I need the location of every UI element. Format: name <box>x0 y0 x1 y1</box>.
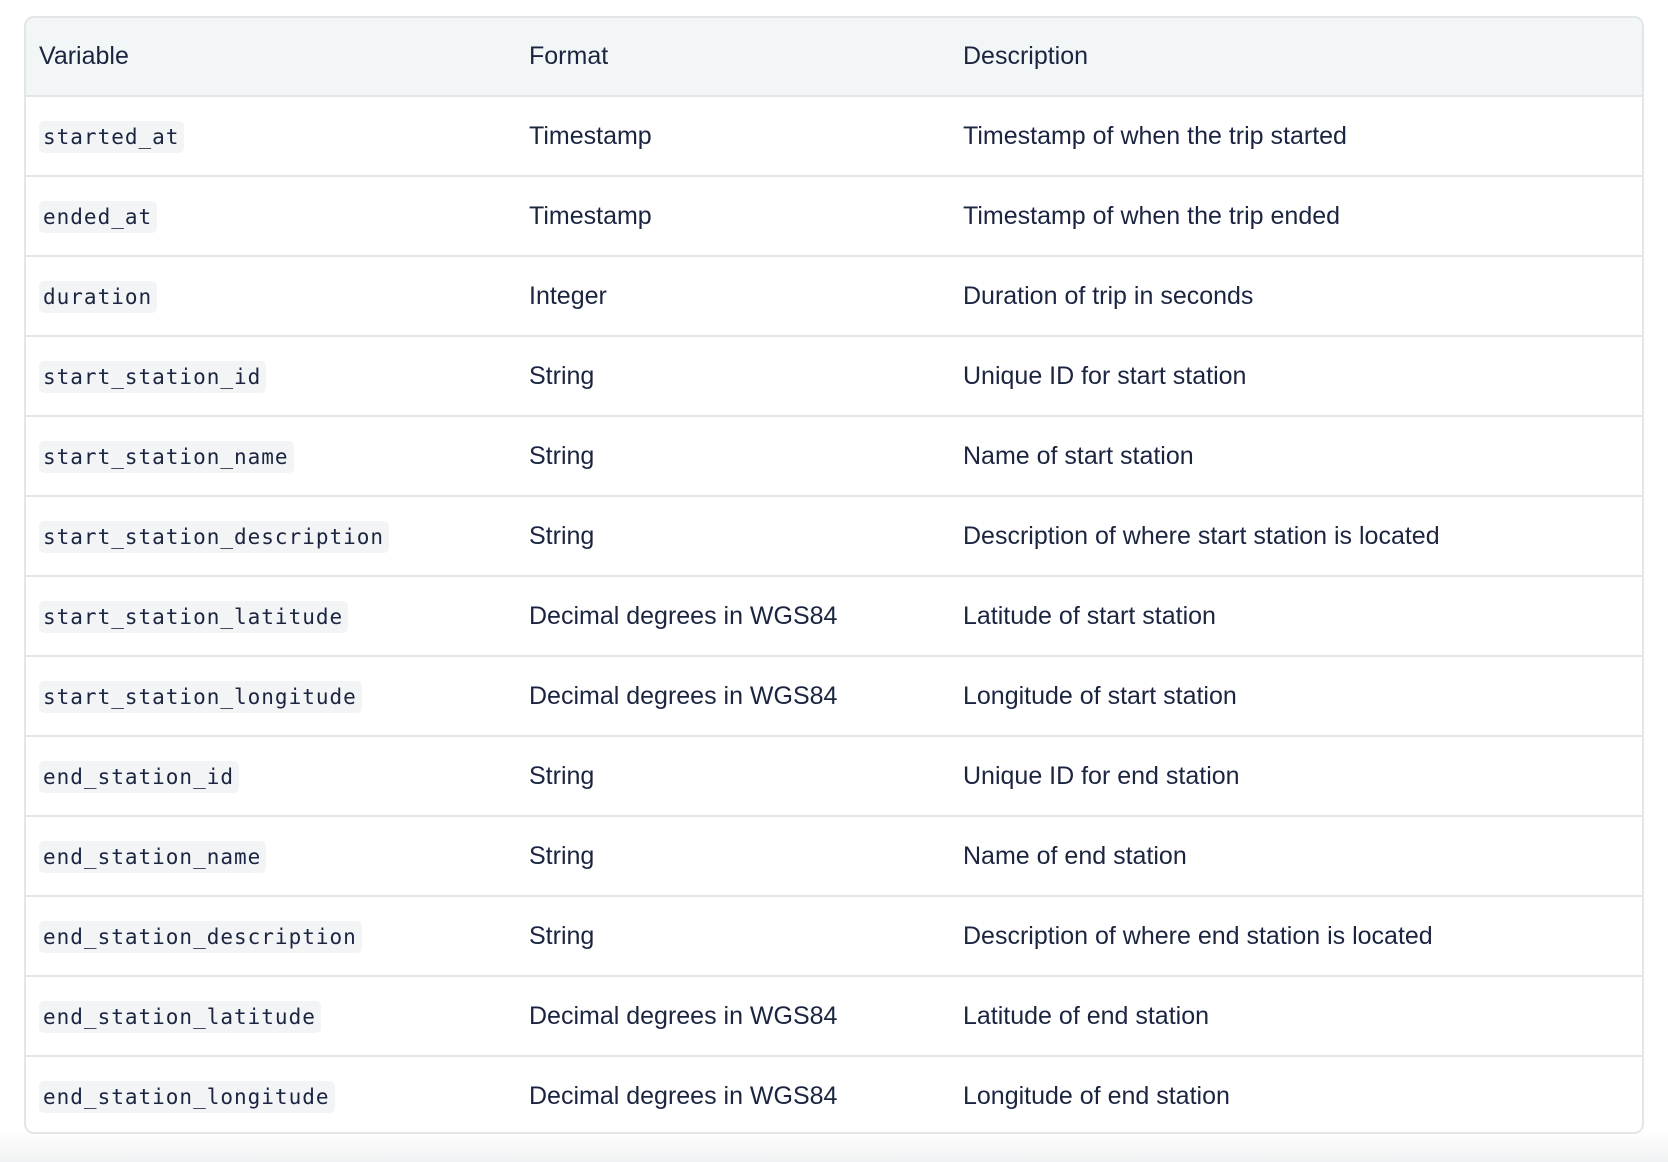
format-cell: String <box>529 521 595 550</box>
table-row: end_station_id String Unique ID for end … <box>26 736 1642 816</box>
variable-code: start_station_description <box>39 520 390 553</box>
variable-code: started_at <box>39 120 185 153</box>
format-cell: String <box>529 361 595 390</box>
description-cell: Longitude of end station <box>963 1082 1230 1110</box>
variable-cell: start_station_id <box>26 336 516 416</box>
variable-cell: end_station_latitude <box>26 976 516 1056</box>
variable-code: start_station_id <box>39 360 267 393</box>
variable-cell: start_station_longitude <box>26 656 516 736</box>
variable-cell: start_station_name <box>26 416 516 496</box>
variable-code: ended_at <box>39 200 158 233</box>
table-row: duration Integer Duration of trip in sec… <box>26 256 1642 336</box>
table-row: started_at Timestamp Timestamp of when t… <box>26 96 1642 176</box>
variables-table-container: Variable Format Description started_at T… <box>24 16 1644 1134</box>
description-cell: Description of where end station is loca… <box>963 921 1433 950</box>
description-cell: Description of where start station is lo… <box>963 521 1440 550</box>
table-row: start_station_id String Unique ID for st… <box>26 336 1642 416</box>
description-cell: Duration of trip in seconds <box>963 281 1254 310</box>
variable-cell: started_at <box>26 96 516 176</box>
format-cell: Decimal degrees in WGS84 <box>529 1001 838 1030</box>
variable-code: end_station_name <box>39 840 267 873</box>
variable-cell: duration <box>26 256 516 336</box>
format-cell: String <box>529 921 595 950</box>
variable-code: end_station_latitude <box>39 1000 321 1033</box>
variable-cell: end_station_name <box>26 816 516 896</box>
table-row: end_station_name String Name of end stat… <box>26 816 1642 896</box>
description-cell: Name of start station <box>963 441 1194 470</box>
format-cell: String <box>529 441 595 470</box>
variable-cell: end_station_longitude <box>26 1056 516 1132</box>
variable-cell: start_station_latitude <box>26 576 516 656</box>
format-cell: Timestamp <box>529 201 652 230</box>
variable-code: end_station_longitude <box>39 1081 335 1113</box>
variable-cell: ended_at <box>26 176 516 256</box>
format-cell: Decimal degrees in WGS84 <box>529 601 838 630</box>
format-cell: Timestamp <box>529 121 652 150</box>
variable-code: end_station_id <box>39 760 240 793</box>
table-row: start_station_latitude Decimal degrees i… <box>26 576 1642 656</box>
description-cell: Latitude of start station <box>963 601 1216 630</box>
variable-cell: start_station_description <box>26 496 516 576</box>
table-body: started_at Timestamp Timestamp of when t… <box>26 96 1642 1132</box>
description-cell: Longitude of start station <box>963 681 1237 710</box>
format-cell: Integer <box>529 281 607 310</box>
description-cell: Timestamp of when the trip ended <box>963 201 1341 230</box>
variable-code: end_station_description <box>39 920 362 953</box>
description-cell: Unique ID for start station <box>963 361 1247 390</box>
variables-table: Variable Format Description started_at T… <box>26 18 1642 1132</box>
header-description: Description <box>963 42 1089 70</box>
variable-code: start_station_longitude <box>39 680 362 713</box>
header-variable: Variable <box>39 42 129 70</box>
table-row: start_station_description String Descrip… <box>26 496 1642 576</box>
table-header: Variable Format Description <box>26 18 1642 96</box>
format-cell: String <box>529 841 595 870</box>
description-cell: Latitude of end station <box>963 1001 1210 1030</box>
variable-code: duration <box>39 280 158 313</box>
table-row: end_station_longitude Decimal degrees in… <box>26 1056 1642 1132</box>
table-row: start_station_longitude Decimal degrees … <box>26 656 1642 736</box>
header-row: Variable Format Description <box>26 18 1642 96</box>
format-cell: Decimal degrees in WGS84 <box>529 1082 838 1110</box>
description-cell: Timestamp of when the trip started <box>963 121 1347 150</box>
variable-code: start_station_latitude <box>39 600 349 633</box>
variable-code: start_station_name <box>39 440 294 473</box>
format-cell: String <box>529 761 595 790</box>
format-cell: Decimal degrees in WGS84 <box>529 681 838 710</box>
description-cell: Unique ID for end station <box>963 761 1240 790</box>
variable-cell: end_station_id <box>26 736 516 816</box>
table-row: end_station_description String Descripti… <box>26 896 1642 976</box>
table-row: end_station_latitude Decimal degrees in … <box>26 976 1642 1056</box>
variable-cell: end_station_description <box>26 896 516 976</box>
table-row: start_station_name String Name of start … <box>26 416 1642 496</box>
description-cell: Name of end station <box>963 841 1187 870</box>
table-row: ended_at Timestamp Timestamp of when the… <box>26 176 1642 256</box>
header-format: Format <box>529 42 609 70</box>
